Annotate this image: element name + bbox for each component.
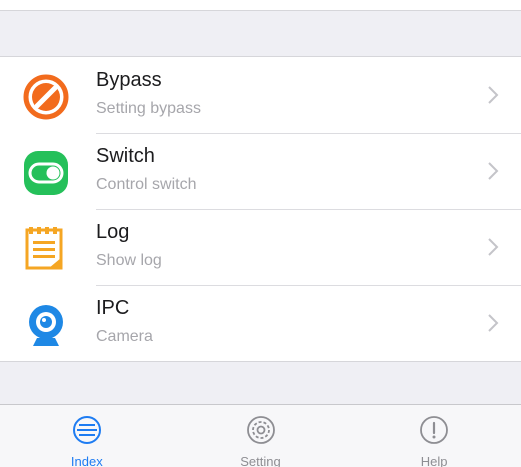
menu-item-subtitle: Control switch <box>96 176 197 193</box>
menu-list: Bypass Setting bypass Switch Control swi… <box>0 56 521 362</box>
chevron-right-icon <box>487 161 499 181</box>
menu-item-subtitle: Setting bypass <box>96 100 201 117</box>
menu-item-title: Switch <box>96 145 155 167</box>
top-bar <box>0 0 521 11</box>
menu-item-title: Bypass <box>96 69 162 91</box>
index-icon <box>72 415 102 445</box>
bypass-icon <box>23 74 69 120</box>
switch-icon <box>23 150 69 196</box>
menu-item-bypass[interactable]: Bypass Setting bypass <box>0 57 521 133</box>
menu-item-title: Log <box>96 221 130 243</box>
chevron-right-icon <box>487 85 499 105</box>
tab-label: Setting <box>240 454 281 467</box>
menu-item-switch[interactable]: Switch Control switch <box>0 133 521 209</box>
tab-bar: Index Setting Help <box>0 404 521 467</box>
menu-item-subtitle: Show log <box>96 252 162 269</box>
gear-icon <box>246 415 276 445</box>
menu-item-title: IPC <box>96 297 130 319</box>
camera-icon <box>23 302 69 348</box>
menu-item-log[interactable]: Log Show log <box>0 209 521 285</box>
tab-setting[interactable]: Setting <box>174 405 348 467</box>
log-icon <box>23 226 69 272</box>
chevron-right-icon <box>487 313 499 333</box>
menu-item-subtitle: Camera <box>96 328 153 345</box>
tab-label: Help <box>420 454 448 467</box>
menu-item-ipc[interactable]: IPC Camera <box>0 285 521 361</box>
tab-index[interactable]: Index <box>0 405 174 467</box>
app-screen: Bypass Setting bypass Switch Control swi… <box>0 0 521 467</box>
help-icon <box>419 415 449 445</box>
tab-label: Index <box>70 454 103 467</box>
tab-help[interactable]: Help <box>347 405 521 467</box>
chevron-right-icon <box>487 237 499 257</box>
